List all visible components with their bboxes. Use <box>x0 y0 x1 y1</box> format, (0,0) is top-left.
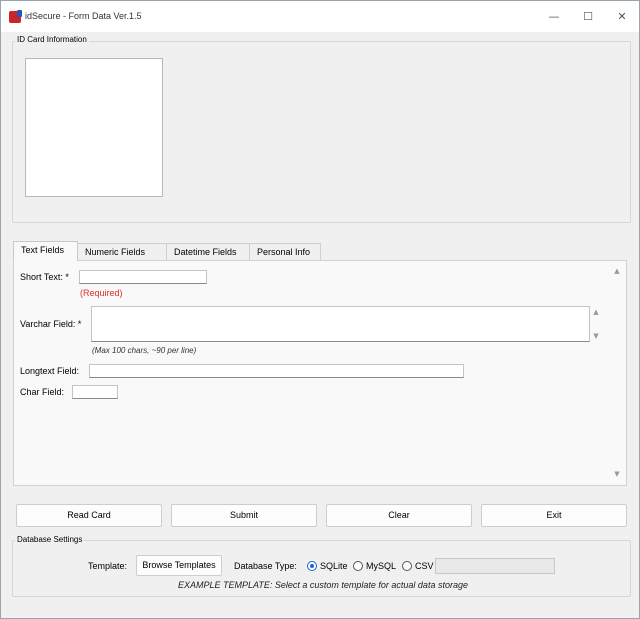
id-card-group-label: ID Card Information <box>15 35 89 44</box>
varchar-scroll-down-icon[interactable]: ▼ <box>591 332 601 340</box>
csv-path-input <box>435 558 555 574</box>
char-input[interactable] <box>72 385 118 399</box>
sqlite-label: SQLite <box>320 561 348 571</box>
short-text-input[interactable] <box>79 270 207 284</box>
id-card-photo <box>25 58 163 197</box>
maximize-icon[interactable]: ☐ <box>571 1 605 32</box>
submit-button[interactable]: Submit <box>171 504 317 527</box>
csv-radio[interactable] <box>402 561 412 571</box>
exit-button[interactable]: Exit <box>481 504 627 527</box>
database-type-label: Database Type: <box>234 561 297 571</box>
window-title: idSecure - Form Data Ver.1.5 <box>25 11 142 21</box>
short-text-error: (Required) <box>80 288 123 298</box>
template-label: Template: <box>88 561 128 571</box>
sqlite-radio[interactable] <box>307 561 317 571</box>
close-icon[interactable]: ✕ <box>605 1 639 32</box>
csv-label: CSV <box>415 561 434 571</box>
panel-scroll-down-icon[interactable]: ▼ <box>612 470 622 478</box>
tab-datetime-fields[interactable]: Datetime Fields <box>166 243 250 260</box>
char-label: Char Field: <box>20 387 65 397</box>
short-text-label: Short Text: * <box>20 272 69 282</box>
varchar-hint: (Max 100 chars, ~90 per line) <box>92 346 197 355</box>
tab-personal-info[interactable]: Personal Info <box>249 243 321 260</box>
longtext-input[interactable] <box>89 364 464 378</box>
panel-scroll-up-icon[interactable]: ▲ <box>612 267 622 275</box>
minimize-icon[interactable]: — <box>537 1 571 32</box>
longtext-label: Longtext Field: <box>20 366 80 376</box>
mysql-label: MySQL <box>366 561 397 571</box>
varchar-scroll-up-icon[interactable]: ▲ <box>591 308 601 316</box>
varchar-textarea[interactable] <box>91 306 590 342</box>
app-logo-icon <box>9 10 22 23</box>
app-window: idSecure - Form Data Ver.1.5 — ☐ ✕ ID Ca… <box>0 0 640 619</box>
title-bar[interactable]: idSecure - Form Data Ver.1.5 — ☐ ✕ <box>1 1 639 32</box>
clear-button[interactable]: Clear <box>326 504 472 527</box>
database-settings-label: Database Settings <box>15 535 85 544</box>
mysql-radio[interactable] <box>353 561 363 571</box>
varchar-label: Varchar Field: * <box>20 319 82 329</box>
tab-text-fields[interactable]: Text Fields <box>13 241 78 261</box>
read-card-button[interactable]: Read Card <box>16 504 162 527</box>
template-note: EXAMPLE TEMPLATE: Select a custom templa… <box>178 580 468 590</box>
browse-templates-button[interactable]: Browse Templates <box>136 555 222 576</box>
tab-numeric-fields[interactable]: Numeric Fields <box>77 243 167 260</box>
